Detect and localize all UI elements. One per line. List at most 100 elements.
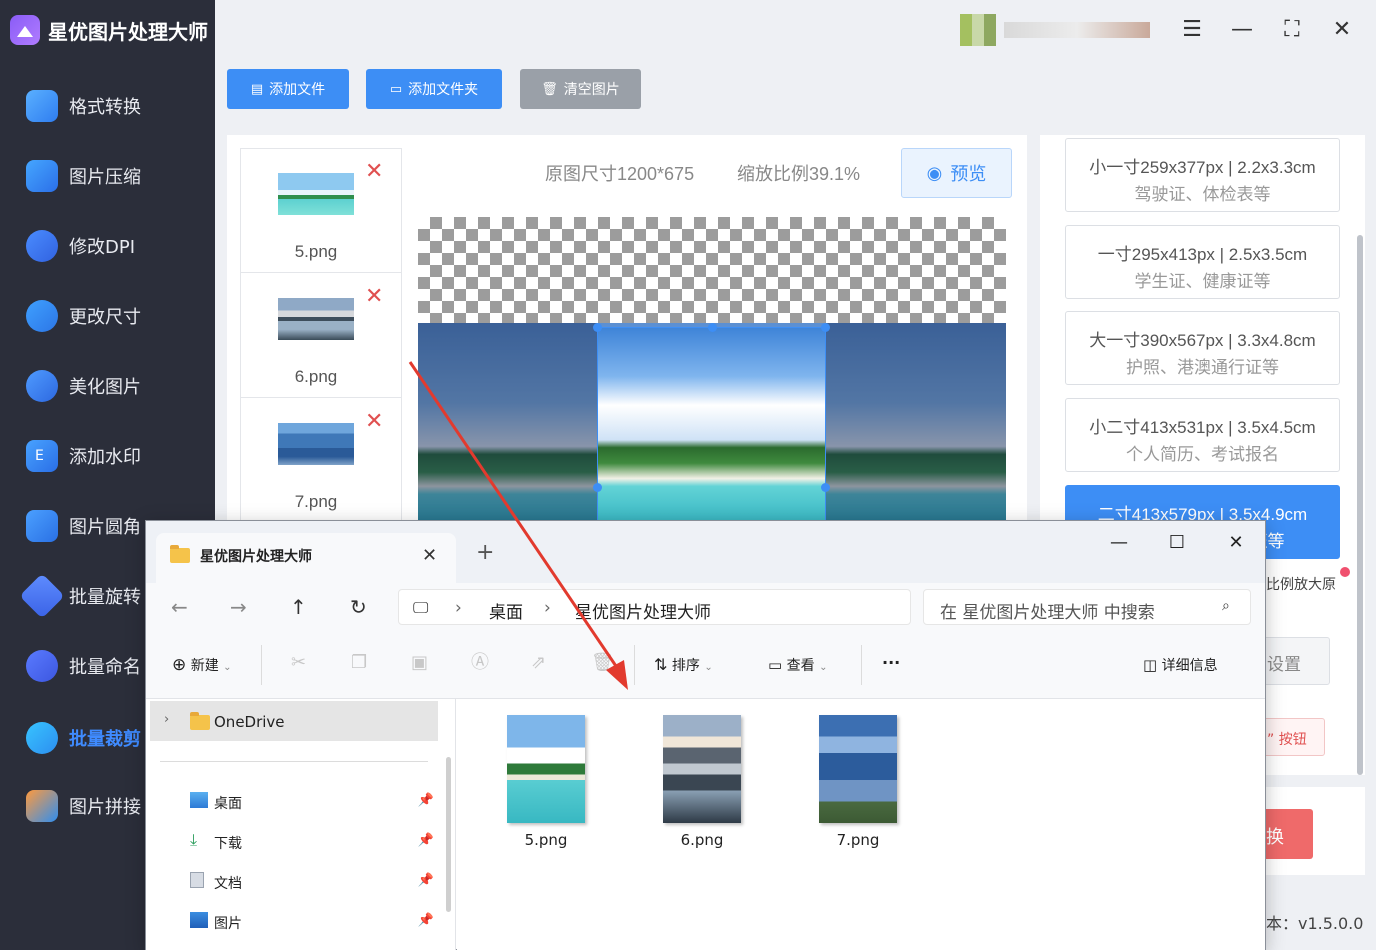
computer-icon: 🖵 [413,598,429,617]
crop-handle[interactable] [821,483,830,492]
size-preset-small-two-inch[interactable]: 小二寸413x531px | 3.5x4.5cm 个人简历、考试报名 [1065,398,1340,472]
thumbnail-item[interactable]: ✕ 7.png [241,399,401,523]
up-icon[interactable]: ↑ [290,597,307,617]
nav-label: OneDrive [214,713,285,731]
crop-handle[interactable] [708,323,717,332]
desktop-icon [190,792,208,808]
thumbnail-name: 7.png [294,492,338,511]
thumbnail-item[interactable]: ✕ 6.png [241,274,401,398]
sidebar-item-watermark[interactable]: E 添加水印 [0,428,215,484]
copy-icon[interactable]: ❐ [351,653,367,673]
nav-item-desktop[interactable]: 桌面 📌 [158,781,438,821]
details-label: 详细信息 [1161,658,1218,674]
file-thumbnail [507,715,585,823]
scale-text: 缩放比例39.1% [737,164,861,184]
search-input[interactable]: 在 星优图片处理大师 中搜索 ⌕ [923,589,1251,625]
start-convert-button[interactable]: 换 [1264,809,1313,859]
minimize-icon[interactable]: — [1226,14,1258,46]
settings-button[interactable]: 设置 [1262,637,1330,685]
sidebar-item-dpi[interactable]: 修改DPI [0,218,215,274]
preview-button[interactable]: ◉ 预览 [901,148,1012,198]
refresh-icon[interactable]: ↻ [350,597,367,617]
add-file-button[interactable]: ▤ 添加文件 [227,69,349,109]
share-icon[interactable]: ⇗ [531,653,546,673]
divider [861,645,862,685]
new-tab-icon[interactable]: + [476,542,494,564]
rename-icon[interactable]: Ⓐ [471,653,489,673]
explorer-tab-bar: 星优图片处理大师 ✕ + — ☐ ✕ [146,521,1265,583]
sidebar-item-resize[interactable]: 更改尺寸 [0,288,215,344]
sort-button[interactable]: ⇅ 排序 ⌄ [654,655,713,675]
sidebar-item-beautify[interactable]: 美化图片 [0,358,215,414]
remove-icon[interactable]: ✕ [365,161,383,183]
nav-item-downloads[interactable]: ⤓ 下载 📌 [158,821,438,861]
delete-icon[interactable]: 🗑 [591,653,614,673]
clear-images-button[interactable]: 🗑 清空图片 [520,69,641,109]
file-item[interactable]: 5.png [496,699,596,849]
forward-icon[interactable]: → [230,597,247,617]
new-button[interactable]: ⊕ 新建 ⌄ [172,655,232,675]
size-preset-one-inch[interactable]: 一寸295x413px | 2.5x3.5cm 学生证、健康证等 [1065,225,1340,299]
paste-icon[interactable]: ▣ [411,653,428,673]
size-preset-large-one-inch[interactable]: 大一寸390x567px | 3.3x4.8cm 护照、港澳通行证等 [1065,311,1340,385]
crop-mask-left [418,323,597,522]
collage-icon [26,790,58,822]
plus-circle-icon: ⊕ [172,655,187,675]
pin-icon[interactable]: 📌 [418,913,434,928]
close-icon[interactable]: ✕ [1326,14,1358,46]
sidebar-item-label: 更改尺寸 [69,307,141,328]
app-logo-icon [10,15,40,45]
crop-handle[interactable] [821,323,830,332]
remove-icon[interactable]: ✕ [365,411,383,433]
file-item[interactable]: 7.png [808,699,908,849]
pin-icon[interactable]: 📌 [418,793,434,808]
nav-item-onedrive[interactable]: › OneDrive [150,701,438,741]
sidebar-item-format-convert[interactable]: 格式转换 [0,78,215,134]
add-folder-button[interactable]: ▭ 添加文件夹 [366,69,502,109]
eye-icon: ◉ [926,162,943,184]
breadcrumb-desktop[interactable]: 桌面 [489,598,523,623]
nav-item-documents[interactable]: 文档 📌 [158,861,438,901]
sidebar-item-compress[interactable]: 图片压缩 [0,148,215,204]
nav-item-pictures[interactable]: 图片 📌 [158,901,438,941]
resize-icon [26,300,58,332]
cut-icon[interactable]: ✂ [291,653,306,673]
file-thumbnail [819,715,897,823]
chevron-right-icon: › [164,712,170,727]
sidebar-item-label: 图片拼接 [69,797,141,818]
crop-handle[interactable] [593,483,602,492]
settings-sliders-icon[interactable]: ☰ [1176,14,1208,46]
hint-button[interactable]: ” 按钮 [1262,718,1325,756]
thumbnail-item[interactable]: ✕ 5.png [241,149,401,273]
close-tab-icon[interactable]: ✕ [422,547,437,565]
preset-scrollbar[interactable] [1357,235,1363,775]
breadcrumb[interactable]: 🖵 › 桌面 › 星优图片处理大师 [398,589,911,625]
file-item[interactable]: 6.png [652,699,752,849]
file-name: 5.png [524,831,568,849]
explorer-maximize-icon[interactable]: ☐ [1162,531,1192,555]
crop-box[interactable] [597,327,826,522]
sidebar-item-label: 添加水印 [69,447,141,468]
back-icon[interactable]: ← [171,597,188,617]
sort-icon: ⇅ [654,655,668,674]
thumbnail-name: 5.png [294,242,338,261]
remove-icon[interactable]: ✕ [365,286,383,308]
explorer-close-icon[interactable]: ✕ [1221,531,1251,555]
pin-icon[interactable]: 📌 [418,873,434,888]
pin-icon[interactable]: 📌 [418,833,434,848]
view-button[interactable]: ▭ 查看 ⌄ [768,655,827,675]
explorer-tab[interactable]: 星优图片处理大师 ✕ [156,533,456,583]
crop-canvas[interactable] [418,217,1006,522]
pictures-icon [190,912,208,928]
search-placeholder: 在 星优图片处理大师 中搜索 [940,603,1155,623]
file-name: 6.png [680,831,724,849]
size-preset-small-one-inch[interactable]: 小一寸259x377px | 2.2x3.3cm 驾驶证、体检表等 [1065,138,1340,212]
maximize-icon[interactable]: ⛶ [1276,14,1308,46]
details-button[interactable]: ◫ 详细信息 [1143,655,1218,675]
more-options-button[interactable]: ··· [882,653,900,672]
avatar[interactable] [960,14,996,46]
breadcrumb-folder[interactable]: 星优图片处理大师 [575,598,711,623]
explorer-minimize-icon[interactable]: — [1104,531,1134,555]
nav-scrollbar[interactable] [446,757,451,912]
crop-handle[interactable] [593,323,602,332]
